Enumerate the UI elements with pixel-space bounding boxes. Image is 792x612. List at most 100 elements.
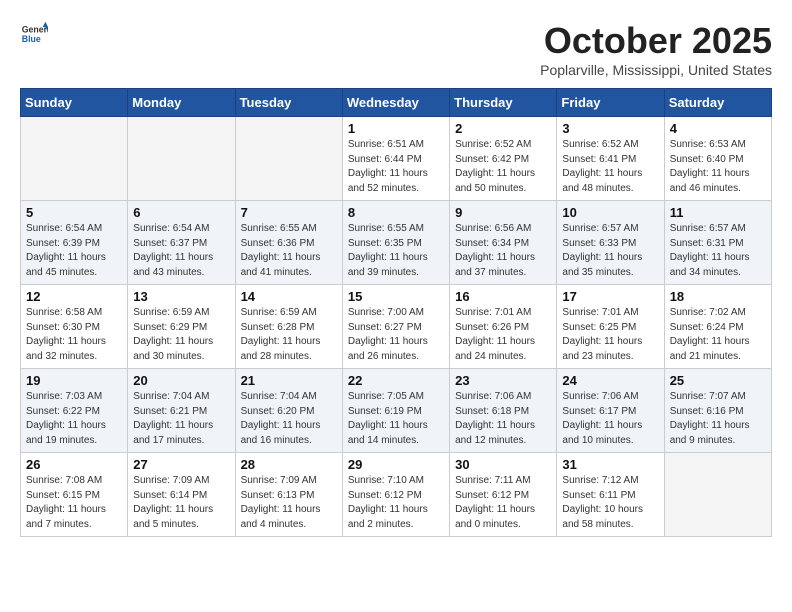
day-number: 19	[26, 373, 122, 388]
calendar-cell: 23 Sunrise: 7:06 AMSunset: 6:18 PMDayligh…	[450, 369, 557, 453]
day-info: Sunrise: 6:57 AMSunset: 6:33 PMDaylight:…	[562, 222, 658, 280]
day-info: Sunrise: 7:07 AMSunset: 6:16 PMDaylight:…	[670, 390, 766, 448]
calendar-cell: 26 Sunrise: 7:08 AMSunset: 6:15 PMDayligh…	[21, 453, 128, 537]
calendar-cell: 6 Sunrise: 6:54 AMSunset: 6:37 PMDaylight…	[128, 201, 235, 285]
calendar-cell: 5 Sunrise: 6:54 AMSunset: 6:39 PMDaylight…	[21, 201, 128, 285]
calendar-cell: 3 Sunrise: 6:52 AMSunset: 6:41 PMDaylight…	[557, 117, 664, 201]
calendar-cell: 30 Sunrise: 7:11 AMSunset: 6:12 PMDayligh…	[450, 453, 557, 537]
weekday-header-monday: Monday	[128, 89, 235, 117]
day-number: 22	[348, 373, 444, 388]
day-info: Sunrise: 7:02 AMSunset: 6:24 PMDaylight:…	[670, 306, 766, 364]
day-number: 27	[133, 457, 229, 472]
day-info: Sunrise: 6:54 AMSunset: 6:39 PMDaylight:…	[26, 222, 122, 280]
calendar-cell	[664, 453, 771, 537]
day-number: 10	[562, 205, 658, 220]
day-number: 13	[133, 289, 229, 304]
calendar-cell: 18 Sunrise: 7:02 AMSunset: 6:24 PMDayligh…	[664, 285, 771, 369]
day-number: 8	[348, 205, 444, 220]
day-info: Sunrise: 6:55 AMSunset: 6:35 PMDaylight:…	[348, 222, 444, 280]
day-info: Sunrise: 7:09 AMSunset: 6:14 PMDaylight:…	[133, 474, 229, 532]
day-info: Sunrise: 7:04 AMSunset: 6:21 PMDaylight:…	[133, 390, 229, 448]
calendar-cell: 15 Sunrise: 7:00 AMSunset: 6:27 PMDayligh…	[342, 285, 449, 369]
calendar-cell: 19Sunrise: 7:03 AMSunset: 6:22 PMDayligh…	[21, 369, 128, 453]
weekday-header-tuesday: Tuesday	[235, 89, 342, 117]
day-number: 20	[133, 373, 229, 388]
calendar-cell: 10 Sunrise: 6:57 AMSunset: 6:33 PMDayligh…	[557, 201, 664, 285]
day-info: Sunrise: 6:58 AMSunset: 6:30 PMDaylight:…	[26, 306, 122, 364]
calendar-cell: 16Sunrise: 7:01 AMSunset: 6:26 PMDayligh…	[450, 285, 557, 369]
day-info: Sunrise: 7:08 AMSunset: 6:15 PMDaylight:…	[26, 474, 122, 532]
day-number: 6	[133, 205, 229, 220]
day-number: 4	[670, 121, 766, 136]
logo-icon: General Blue	[20, 20, 48, 48]
day-number: 11	[670, 205, 766, 220]
day-number: 5	[26, 205, 122, 220]
calendar-week-row: 26 Sunrise: 7:08 AMSunset: 6:15 PMDayligh…	[21, 453, 772, 537]
location-subtitle: Poplarville, Mississippi, United States	[540, 62, 772, 78]
day-info: Sunrise: 7:11 AMSunset: 6:12 PMDaylight:…	[455, 474, 551, 532]
day-number: 26	[26, 457, 122, 472]
day-number: 31	[562, 457, 658, 472]
svg-text:Blue: Blue	[22, 34, 41, 44]
calendar-cell: 25 Sunrise: 7:07 AMSunset: 6:16 PMDayligh…	[664, 369, 771, 453]
logo: General Blue	[20, 20, 48, 48]
calendar-cell: 28Sunrise: 7:09 AMSunset: 6:13 PMDayligh…	[235, 453, 342, 537]
weekday-header-saturday: Saturday	[664, 89, 771, 117]
calendar-cell: 4 Sunrise: 6:53 AMSunset: 6:40 PMDaylight…	[664, 117, 771, 201]
day-info: Sunrise: 6:51 AMSunset: 6:44 PMDaylight:…	[348, 138, 444, 196]
day-info: Sunrise: 7:05 AMSunset: 6:19 PMDaylight:…	[348, 390, 444, 448]
day-number: 2	[455, 121, 551, 136]
day-info: Sunrise: 6:52 AMSunset: 6:42 PMDaylight:…	[455, 138, 551, 196]
calendar-cell: 27 Sunrise: 7:09 AMSunset: 6:14 PMDayligh…	[128, 453, 235, 537]
calendar-cell: 29Sunrise: 7:10 AMSunset: 6:12 PMDayligh…	[342, 453, 449, 537]
day-number: 24	[562, 373, 658, 388]
calendar-cell: 20 Sunrise: 7:04 AMSunset: 6:21 PMDayligh…	[128, 369, 235, 453]
day-info: Sunrise: 6:59 AMSunset: 6:29 PMDaylight:…	[133, 306, 229, 364]
day-number: 14	[241, 289, 337, 304]
calendar-week-row: 12 Sunrise: 6:58 AMSunset: 6:30 PMDayligh…	[21, 285, 772, 369]
month-year-title: October 2025	[540, 20, 772, 62]
day-number: 3	[562, 121, 658, 136]
calendar-cell	[128, 117, 235, 201]
weekday-header-thursday: Thursday	[450, 89, 557, 117]
day-info: Sunrise: 7:01 AMSunset: 6:25 PMDaylight:…	[562, 306, 658, 364]
day-info: Sunrise: 7:12 AMSunset: 6:11 PMDaylight:…	[562, 474, 658, 532]
day-number: 15	[348, 289, 444, 304]
day-info: Sunrise: 6:59 AMSunset: 6:28 PMDaylight:…	[241, 306, 337, 364]
day-info: Sunrise: 7:06 AMSunset: 6:18 PMDaylight:…	[455, 390, 551, 448]
page-header: General Blue October 2025 Poplarville, M…	[20, 20, 772, 78]
day-info: Sunrise: 7:06 AMSunset: 6:17 PMDaylight:…	[562, 390, 658, 448]
weekday-header-friday: Friday	[557, 89, 664, 117]
day-number: 25	[670, 373, 766, 388]
day-number: 28	[241, 457, 337, 472]
day-info: Sunrise: 7:10 AMSunset: 6:12 PMDaylight:…	[348, 474, 444, 532]
weekday-header-wednesday: Wednesday	[342, 89, 449, 117]
calendar-cell	[21, 117, 128, 201]
day-number: 7	[241, 205, 337, 220]
day-info: Sunrise: 6:57 AMSunset: 6:31 PMDaylight:…	[670, 222, 766, 280]
calendar-cell: 22 Sunrise: 7:05 AMSunset: 6:19 PMDayligh…	[342, 369, 449, 453]
day-info: Sunrise: 6:52 AMSunset: 6:41 PMDaylight:…	[562, 138, 658, 196]
calendar-cell	[235, 117, 342, 201]
calendar-cell: 24 Sunrise: 7:06 AMSunset: 6:17 PMDayligh…	[557, 369, 664, 453]
day-number: 16	[455, 289, 551, 304]
calendar-cell: 31 Sunrise: 7:12 AMSunset: 6:11 PMDayligh…	[557, 453, 664, 537]
calendar-cell: 1Sunrise: 6:51 AMSunset: 6:44 PMDaylight…	[342, 117, 449, 201]
calendar-cell: 11 Sunrise: 6:57 AMSunset: 6:31 PMDayligh…	[664, 201, 771, 285]
day-number: 12	[26, 289, 122, 304]
calendar-table: SundayMondayTuesdayWednesdayThursdayFrid…	[20, 88, 772, 537]
calendar-cell: 13 Sunrise: 6:59 AMSunset: 6:29 PMDayligh…	[128, 285, 235, 369]
day-number: 23	[455, 373, 551, 388]
calendar-week-row: 5 Sunrise: 6:54 AMSunset: 6:39 PMDaylight…	[21, 201, 772, 285]
day-number: 18	[670, 289, 766, 304]
calendar-cell: 7Sunrise: 6:55 AMSunset: 6:36 PMDaylight…	[235, 201, 342, 285]
calendar-cell: 2 Sunrise: 6:52 AMSunset: 6:42 PMDaylight…	[450, 117, 557, 201]
day-info: Sunrise: 7:00 AMSunset: 6:27 PMDaylight:…	[348, 306, 444, 364]
calendar-week-row: 19Sunrise: 7:03 AMSunset: 6:22 PMDayligh…	[21, 369, 772, 453]
calendar-cell: 14 Sunrise: 6:59 AMSunset: 6:28 PMDayligh…	[235, 285, 342, 369]
day-info: Sunrise: 6:53 AMSunset: 6:40 PMDaylight:…	[670, 138, 766, 196]
calendar-cell: 17Sunrise: 7:01 AMSunset: 6:25 PMDayligh…	[557, 285, 664, 369]
day-info: Sunrise: 6:54 AMSunset: 6:37 PMDaylight:…	[133, 222, 229, 280]
calendar-cell: 21Sunrise: 7:04 AMSunset: 6:20 PMDayligh…	[235, 369, 342, 453]
day-number: 30	[455, 457, 551, 472]
